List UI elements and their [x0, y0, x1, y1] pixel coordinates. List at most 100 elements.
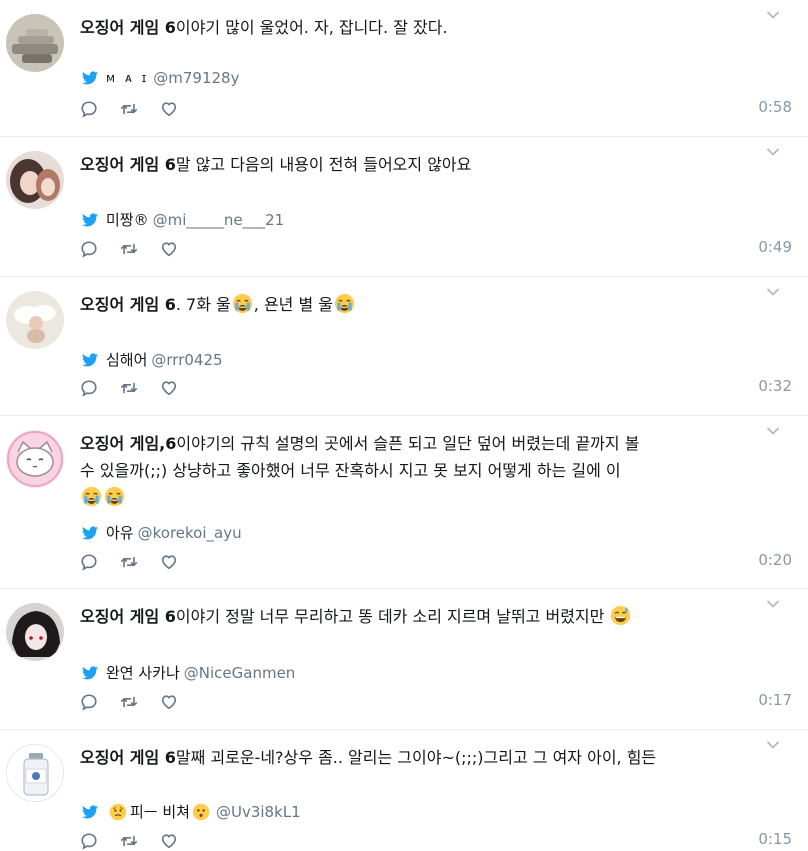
hashtag-link[interactable]: 오징어 게임 6	[80, 748, 176, 767]
tweet-item[interactable]: 오징어 게임 6말 않고 다음의 내용이 전혀 들어오지 않아요 미짱® @mi…	[0, 137, 808, 277]
chevron-down-icon[interactable]	[766, 426, 780, 436]
crying-face-icon	[232, 293, 253, 314]
author-name[interactable]: 피ㅡ 비쳐	[130, 801, 190, 822]
angel-avatar-image	[6, 291, 64, 349]
chevron-down-icon[interactable]	[766, 599, 780, 609]
tweet-timestamp[interactable]: 0:17	[758, 691, 792, 709]
tweet-item[interactable]: 오징어 게임 6말째 괴로운-네?상우 좀.. 알리는 그이야~(;;;)그리고…	[0, 730, 808, 851]
twitter-bird-icon	[82, 805, 98, 819]
tweet-timestamp[interactable]: 0:32	[758, 377, 792, 395]
like-icon[interactable]	[160, 379, 178, 397]
confused-face-icon	[109, 803, 127, 821]
reply-icon[interactable]	[80, 100, 98, 118]
author-name[interactable]: 미짱®	[106, 209, 149, 230]
author-handle[interactable]: @NiceGanmen	[184, 664, 296, 682]
chevron-down-icon[interactable]	[766, 740, 780, 750]
crying-face-icon	[334, 293, 355, 314]
author-handle[interactable]: @m79128y	[153, 69, 239, 87]
author-handle[interactable]: @rrr0425	[151, 351, 222, 369]
avatar[interactable]	[6, 14, 64, 72]
author-name[interactable]: 아유	[106, 522, 134, 543]
author-row: ᴍ ᴀ ɪ @m79128y	[82, 69, 239, 87]
tweet-body-line-1: 이야기의 규칙 설명의 곳에서 슬픈 되고 일단 덮어 버렸는데 끝까지 볼	[176, 434, 640, 453]
dark-hair-avatar-image	[6, 603, 64, 661]
twitter-bird-icon	[82, 666, 98, 680]
chevron-down-icon[interactable]	[766, 147, 780, 157]
hashtag-link[interactable]: 오징어 게임 6	[80, 607, 176, 626]
tweet-actions	[80, 832, 200, 850]
sweat-smile-icon	[610, 605, 631, 626]
tweet-body: 이야기 정말 너무 무리하고 똥 데카 소리 지르며 날뛰고 버렸지만	[175, 607, 605, 626]
author-handle[interactable]: @korekoi_ayu	[138, 524, 242, 542]
twitter-bird-icon	[82, 526, 98, 540]
tweet-item[interactable]: 오징어 게임 6이야기 정말 너무 무리하고 똥 데카 소리 지르며 날뛰고 버…	[0, 589, 808, 730]
crying-face-icon	[81, 486, 102, 507]
crying-face-icon	[104, 486, 125, 507]
tweet-body: 말째 괴로운-네?상우 좀.. 알리는 그이야~(;;;)그리고 그 여자 아이…	[175, 748, 657, 767]
reply-icon[interactable]	[80, 693, 98, 711]
cat-avatar-image	[6, 430, 64, 488]
reply-icon[interactable]	[80, 832, 98, 850]
hashtag-link[interactable]: 오징어 게임 6	[80, 295, 176, 314]
retweet-icon[interactable]	[120, 379, 138, 397]
tweet-timestamp[interactable]: 0:20	[758, 551, 792, 569]
avatar[interactable]	[6, 291, 64, 349]
retweet-icon[interactable]	[120, 693, 138, 711]
author-handle[interactable]: @mi_____ne___21	[153, 211, 285, 229]
twitter-bird-icon	[82, 353, 98, 367]
tweet-item[interactable]: 오징어 게임 6. 7화 울 , 욘년 별 울 심해어 @rrr0425 0:32	[0, 277, 808, 416]
tweet-text: 오징어 게임,6이야기의 규칙 설명의 곳에서 슬픈 되고 일단 덮어 버렸는데…	[80, 430, 740, 511]
tweet-body: 이야기 많이 울었어. 자, 잡니다. 잘 잤다.	[175, 18, 448, 37]
tweet-timestamp[interactable]: 0:15	[758, 830, 792, 848]
tweet-item[interactable]: 오징어 게임,6이야기의 규칙 설명의 곳에서 슬픈 되고 일단 덮어 버렸는데…	[0, 416, 808, 589]
twitter-bird-icon	[82, 213, 98, 227]
avatar[interactable]	[6, 430, 64, 488]
rocks-avatar-image	[6, 14, 64, 72]
retweet-icon[interactable]	[120, 553, 138, 571]
chevron-down-icon[interactable]	[766, 287, 780, 297]
tweet-feed: 오징어 게임 6이야기 많이 울었어. 자, 잡니다. 잘 잤다. ᴍ ᴀ ɪ …	[0, 0, 808, 851]
hushed-face-icon	[192, 803, 210, 821]
like-icon[interactable]	[160, 240, 178, 258]
tweet-body-line-2: 수 있을까(;;) 상냥하고 좋아했어 너무 잔혹하시 지고 못 보지 어떻게 …	[80, 461, 621, 480]
retweet-icon[interactable]	[120, 100, 138, 118]
tweet-body: 말 않고 다음의 내용이 전혀 들어오지 않아요	[175, 155, 472, 174]
tweet-body-part-2: , 욘년 별 울	[253, 295, 333, 314]
author-row: 미짱® @mi_____ne___21	[82, 209, 284, 230]
like-icon[interactable]	[160, 832, 178, 850]
twitter-bird-icon	[82, 71, 98, 85]
retweet-icon[interactable]	[120, 240, 138, 258]
retweet-icon[interactable]	[120, 832, 138, 850]
girl-avatar-image	[6, 151, 64, 209]
author-name[interactable]: 완연 사카나	[106, 662, 180, 683]
tweet-text: 오징어 게임 6이야기 정말 너무 무리하고 똥 데카 소리 지르며 날뛰고 버…	[80, 603, 740, 630]
tweet-actions	[80, 100, 200, 118]
tweet-text: 오징어 게임 6말째 괴로운-네?상우 좀.. 알리는 그이야~(;;;)그리고…	[80, 744, 740, 771]
tweet-timestamp[interactable]: 0:58	[758, 98, 792, 116]
tweet-item[interactable]: 오징어 게임 6이야기 많이 울었어. 자, 잡니다. 잘 잤다. ᴍ ᴀ ɪ …	[0, 0, 808, 137]
hashtag-link[interactable]: 오징어 게임 6	[80, 18, 176, 37]
author-row: 완연 사카나 @NiceGanmen	[82, 662, 295, 683]
reply-icon[interactable]	[80, 553, 98, 571]
tweet-timestamp[interactable]: 0:49	[758, 238, 792, 256]
avatar[interactable]	[6, 603, 64, 661]
chevron-down-icon[interactable]	[766, 10, 780, 20]
like-icon[interactable]	[160, 100, 178, 118]
like-icon[interactable]	[160, 553, 178, 571]
tweet-text: 오징어 게임 6말 않고 다음의 내용이 전혀 들어오지 않아요	[80, 151, 740, 178]
tweet-actions	[80, 379, 200, 397]
hashtag-link[interactable]: 오징어 게임 6	[80, 155, 176, 174]
avatar[interactable]	[6, 744, 64, 802]
reply-icon[interactable]	[80, 240, 98, 258]
tweet-body-part-1: . 7화 울	[175, 295, 231, 314]
hashtag-link[interactable]: 오징어 게임,6	[80, 434, 176, 453]
author-name[interactable]: ᴍ ᴀ ɪ	[106, 71, 149, 85]
like-icon[interactable]	[160, 693, 178, 711]
author-handle[interactable]: @Uv3i8kL1	[216, 803, 301, 821]
reply-icon[interactable]	[80, 379, 98, 397]
tweet-text: 오징어 게임 6이야기 많이 울었어. 자, 잡니다. 잘 잤다.	[80, 14, 740, 41]
author-row: 피ㅡ 비쳐 @Uv3i8kL1	[82, 801, 301, 822]
avatar[interactable]	[6, 151, 64, 209]
tweet-text: 오징어 게임 6. 7화 울 , 욘년 별 울	[80, 291, 740, 318]
author-name[interactable]: 심해어	[106, 349, 147, 370]
